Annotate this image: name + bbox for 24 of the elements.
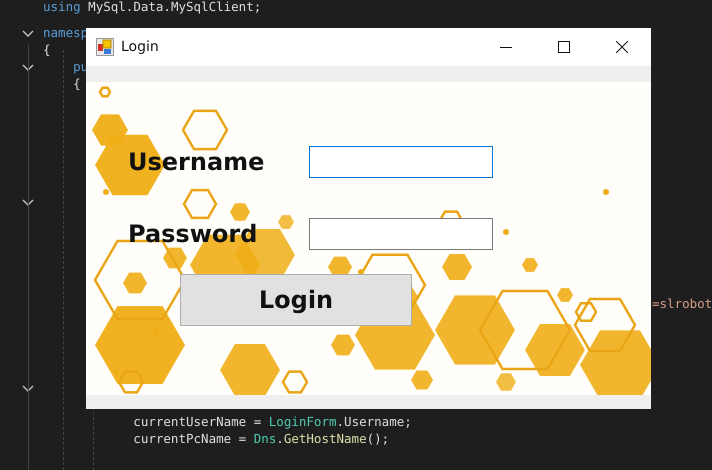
code-token: using [43, 0, 81, 14]
fold-chevron-icon[interactable] [22, 62, 34, 73]
login-button[interactable]: Login [180, 274, 412, 326]
close-icon [616, 41, 628, 53]
code-token: LoginForm [268, 414, 337, 429]
fold-chevron-icon[interactable] [22, 384, 34, 394]
code-token: =slrobot [652, 296, 712, 311]
username-field[interactable] [309, 146, 493, 178]
fold-chevron-icon[interactable] [22, 198, 34, 208]
code-token: (); [366, 430, 390, 446]
app-icon [96, 38, 114, 56]
code-token: { [72, 76, 81, 91]
code-token: GetHostName [284, 430, 367, 446]
code-token: currentPcName = [132, 430, 248, 446]
code-token: . [276, 430, 284, 446]
code-token: .Username; [336, 414, 412, 429]
code-token: Dns [254, 430, 276, 446]
code-token: MySql.Data.MySqlClient; [87, 0, 262, 14]
code-token: { [43, 42, 51, 58]
code-token: currentUserName = [132, 414, 262, 429]
fold-chevron-icon[interactable] [22, 28, 34, 39]
window-title: Login [121, 39, 159, 55]
password-field[interactable] [309, 218, 493, 250]
maximize-icon [558, 41, 570, 53]
